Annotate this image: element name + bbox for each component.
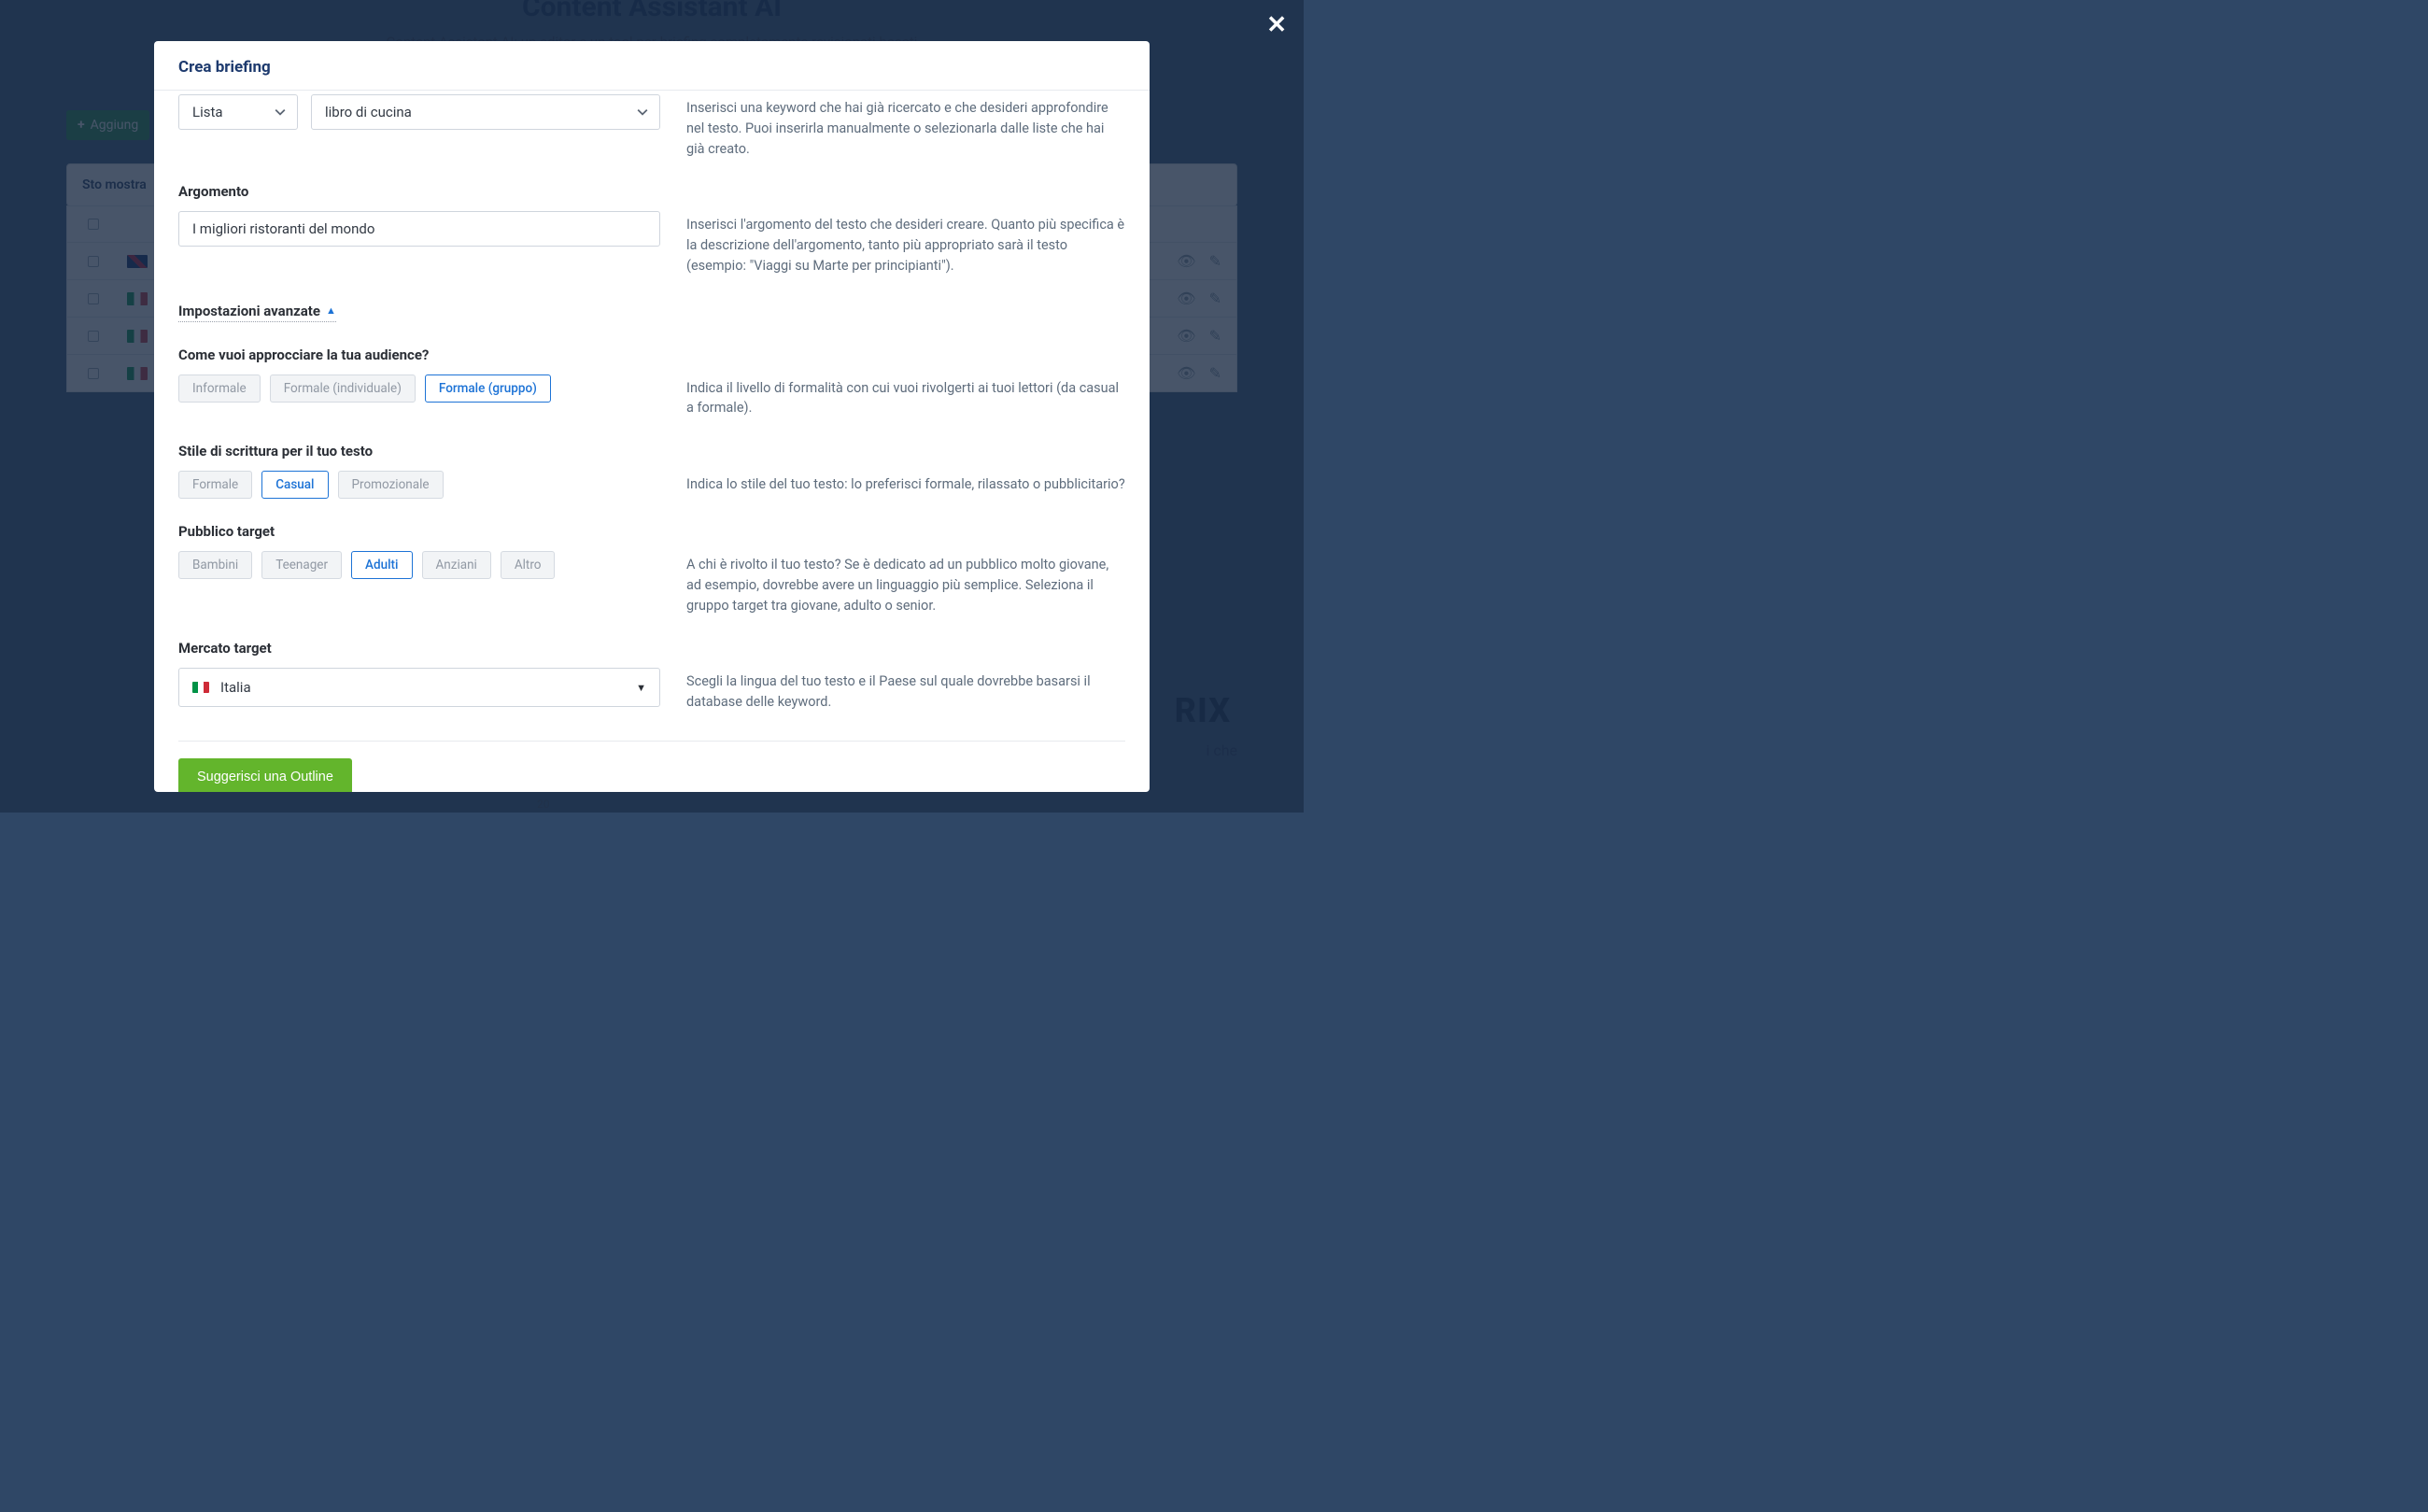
select-label: Lista	[192, 104, 223, 120]
create-briefing-modal: Crea briefing Lista libro di cucina	[154, 41, 1150, 792]
target-option-adulti[interactable]: Adulti	[351, 551, 412, 579]
target-option-altro[interactable]: Altro	[501, 551, 556, 579]
audience-option-formale-gruppo[interactable]: Formale (gruppo)	[425, 374, 551, 403]
audience-option-informale[interactable]: Informale	[178, 374, 261, 403]
topic-label: Argomento	[178, 183, 1125, 200]
suggest-outline-button[interactable]: Suggerisci una Outline	[178, 758, 352, 792]
chevron-down-icon	[637, 106, 648, 118]
input-value: I migliori ristoranti del mondo	[192, 220, 374, 237]
flag-it-icon	[192, 682, 209, 693]
caret-down-icon: ▼	[636, 682, 646, 694]
topic-help: Inserisci l'argomento del testo che desi…	[686, 211, 1125, 276]
market-help: Scegli la lingua del tuo testo e il Paes…	[686, 668, 1125, 713]
close-icon[interactable]: ✕	[1266, 13, 1287, 37]
style-help: Indica lo stile del tuo testo: lo prefer…	[686, 471, 1125, 495]
market-select[interactable]: Italia ▼	[178, 668, 660, 707]
style-label: Stile di scrittura per il tuo testo	[178, 443, 1125, 459]
target-option-bambini[interactable]: Bambini	[178, 551, 252, 579]
market-value: Italia	[220, 679, 251, 696]
target-option-teenager[interactable]: Teenager	[261, 551, 342, 579]
target-help: A chi è rivolto il tuo testo? Se è dedic…	[686, 551, 1125, 615]
market-label: Mercato target	[178, 640, 1125, 657]
style-option-casual[interactable]: Casual	[261, 471, 328, 499]
topic-input[interactable]: I migliori ristoranti del mondo	[178, 211, 660, 247]
audience-help: Indica il livello di formalità con cui v…	[686, 374, 1125, 419]
style-option-formale[interactable]: Formale	[178, 471, 252, 499]
select-label: libro di cucina	[325, 104, 412, 120]
style-option-promozionale[interactable]: Promozionale	[338, 471, 444, 499]
keyword-source-select[interactable]: Lista	[178, 94, 298, 130]
keyword-help: Inserisci una keyword che hai già ricerc…	[686, 94, 1125, 159]
advanced-label: Impostazioni avanzate	[178, 303, 320, 319]
divider	[178, 741, 1125, 742]
target-option-anziani[interactable]: Anziani	[422, 551, 491, 579]
keyword-value-select[interactable]: libro di cucina	[311, 94, 660, 130]
modal-title: Crea briefing	[154, 41, 1150, 91]
target-label: Pubblico target	[178, 523, 1125, 540]
advanced-settings-toggle[interactable]: Impostazioni avanzate ▲	[178, 303, 336, 322]
caret-up-icon: ▲	[326, 304, 336, 317]
audience-option-formale-individuale[interactable]: Formale (individuale)	[270, 374, 416, 403]
audience-label: Come vuoi approcciare la tua audience?	[178, 346, 1125, 363]
chevron-down-icon	[275, 106, 286, 118]
